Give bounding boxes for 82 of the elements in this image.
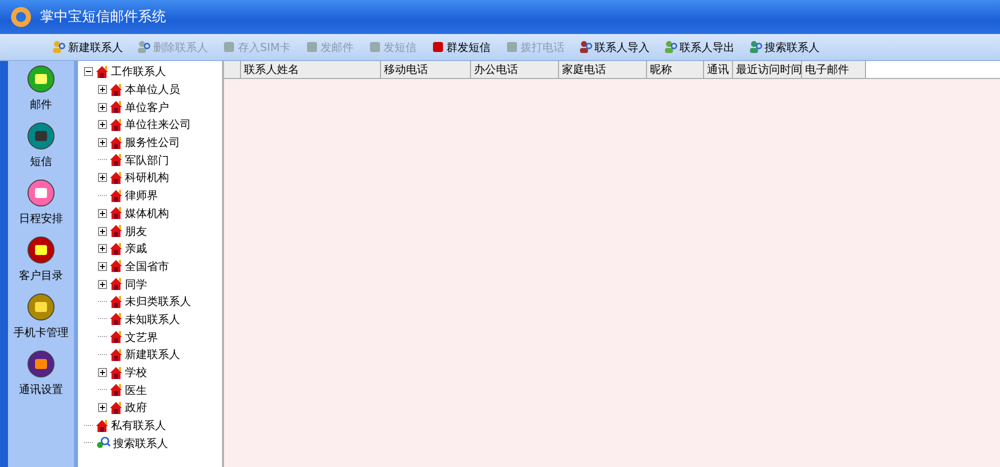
toolbar-button[interactable]: 联系人导入 [576, 40, 652, 54]
house-icon [109, 242, 123, 256]
tree-item[interactable]: 服务性公司 [125, 135, 180, 150]
person-icon [664, 40, 678, 54]
tree-item[interactable]: 工作联系人 [111, 64, 166, 80]
house-icon [109, 294, 123, 309]
tree-item[interactable]: 全国省市 [125, 258, 169, 274]
house-icon [109, 366, 123, 380]
house-icon [109, 206, 123, 220]
tree-item[interactable]: 单位客户 [125, 100, 169, 115]
tree-item[interactable]: 同学 [125, 276, 147, 292]
house-icon [109, 312, 123, 326]
sidebar-item[interactable]: 邮件 [27, 65, 55, 112]
expand-toggle-icon[interactable] [98, 102, 107, 112]
house-icon [109, 400, 123, 415]
tree-item[interactable]: 文艺界 [125, 330, 158, 345]
tree-item[interactable]: 医生 [125, 382, 147, 398]
column-header[interactable]: 移动电话 [381, 61, 471, 78]
house-icon [109, 383, 123, 398]
tree-item[interactable]: 新建联系人 [125, 347, 180, 362]
sidebar-item[interactable]: 短信 [27, 122, 55, 169]
person-icon [52, 40, 66, 54]
person-icon [578, 40, 593, 54]
tree-item[interactable]: 军队部门 [125, 152, 169, 168]
tree-item[interactable]: 朋友 [125, 224, 147, 239]
toolbar-button[interactable]: 新建联系人 [50, 40, 125, 54]
house-icon [95, 64, 109, 79]
column-header[interactable]: 联系人姓名 [241, 61, 381, 78]
tree-item[interactable]: 律师界 [125, 188, 158, 204]
house-icon [109, 82, 123, 97]
window-title: 掌中宝短信邮件系统 [40, 8, 166, 26]
tree-item[interactable]: 政府 [125, 400, 147, 416]
house-icon [109, 224, 123, 238]
sidebar-item[interactable]: 日程安排 [19, 179, 63, 226]
search-person-icon [95, 436, 111, 450]
column-header[interactable]: 办公电话 [471, 61, 559, 78]
tree-item[interactable]: 媒体机构 [125, 206, 169, 221]
tree-item[interactable]: 未知联系人 [125, 312, 180, 327]
sidebar-item[interactable]: 通讯设置 [19, 350, 63, 397]
expand-toggle-icon[interactable] [98, 244, 107, 254]
house-icon [109, 118, 123, 132]
expand-toggle-icon[interactable] [98, 226, 107, 236]
column-header[interactable]: 通讯 [704, 61, 733, 78]
tree-item[interactable]: 本单位人员 [125, 82, 180, 98]
expand-toggle-icon[interactable] [98, 85, 107, 94]
tree-item[interactable]: 搜索联系人 [113, 436, 168, 451]
tree-item[interactable]: 单位往来公司 [125, 117, 191, 132]
house-icon [109, 188, 123, 203]
person-icon [137, 40, 151, 54]
column-header[interactable]: 昵称 [647, 61, 704, 78]
column-header[interactable]: 电子邮件 [802, 61, 866, 78]
collapse-toggle-icon[interactable] [84, 67, 93, 76]
house-icon [109, 136, 123, 150]
house-icon [109, 348, 123, 362]
tree-item[interactable]: 私有联系人 [111, 418, 166, 434]
house-icon [95, 418, 109, 433]
expand-toggle-icon[interactable] [98, 120, 107, 130]
tree-item[interactable]: 学校 [125, 365, 147, 380]
house-icon [109, 259, 123, 274]
tree-item[interactable]: 科研机构 [125, 170, 169, 186]
tree-item[interactable]: 亲戚 [125, 241, 147, 256]
toolbar-button[interactable]: 群发短信 [428, 40, 493, 54]
tree-item[interactable]: 未归类联系人 [125, 294, 191, 310]
expand-toggle-icon[interactable] [98, 403, 107, 412]
expand-toggle-icon[interactable] [98, 173, 107, 182]
toolbar-button[interactable]: 搜索联系人 [746, 40, 822, 54]
house-icon [109, 277, 123, 292]
expand-toggle-icon[interactable] [98, 208, 107, 218]
expand-toggle-icon[interactable] [98, 368, 107, 378]
sidebar-item[interactable]: 客户目录 [19, 236, 63, 283]
expand-toggle-icon[interactable] [98, 262, 107, 271]
house-icon [109, 170, 123, 185]
expand-toggle-icon[interactable] [98, 280, 107, 289]
sidebar-item[interactable]: 手机卡管理 [14, 293, 68, 340]
toolbar-button[interactable]: 联系人导出 [662, 40, 737, 54]
column-header[interactable]: 家庭电话 [559, 61, 647, 78]
expand-toggle-icon[interactable] [98, 138, 107, 148]
house-icon [109, 153, 123, 168]
app-logo-icon [10, 6, 32, 28]
house-icon [109, 330, 123, 344]
column-header[interactable]: 最近访问时间 [733, 61, 802, 78]
house-icon [109, 100, 123, 114]
